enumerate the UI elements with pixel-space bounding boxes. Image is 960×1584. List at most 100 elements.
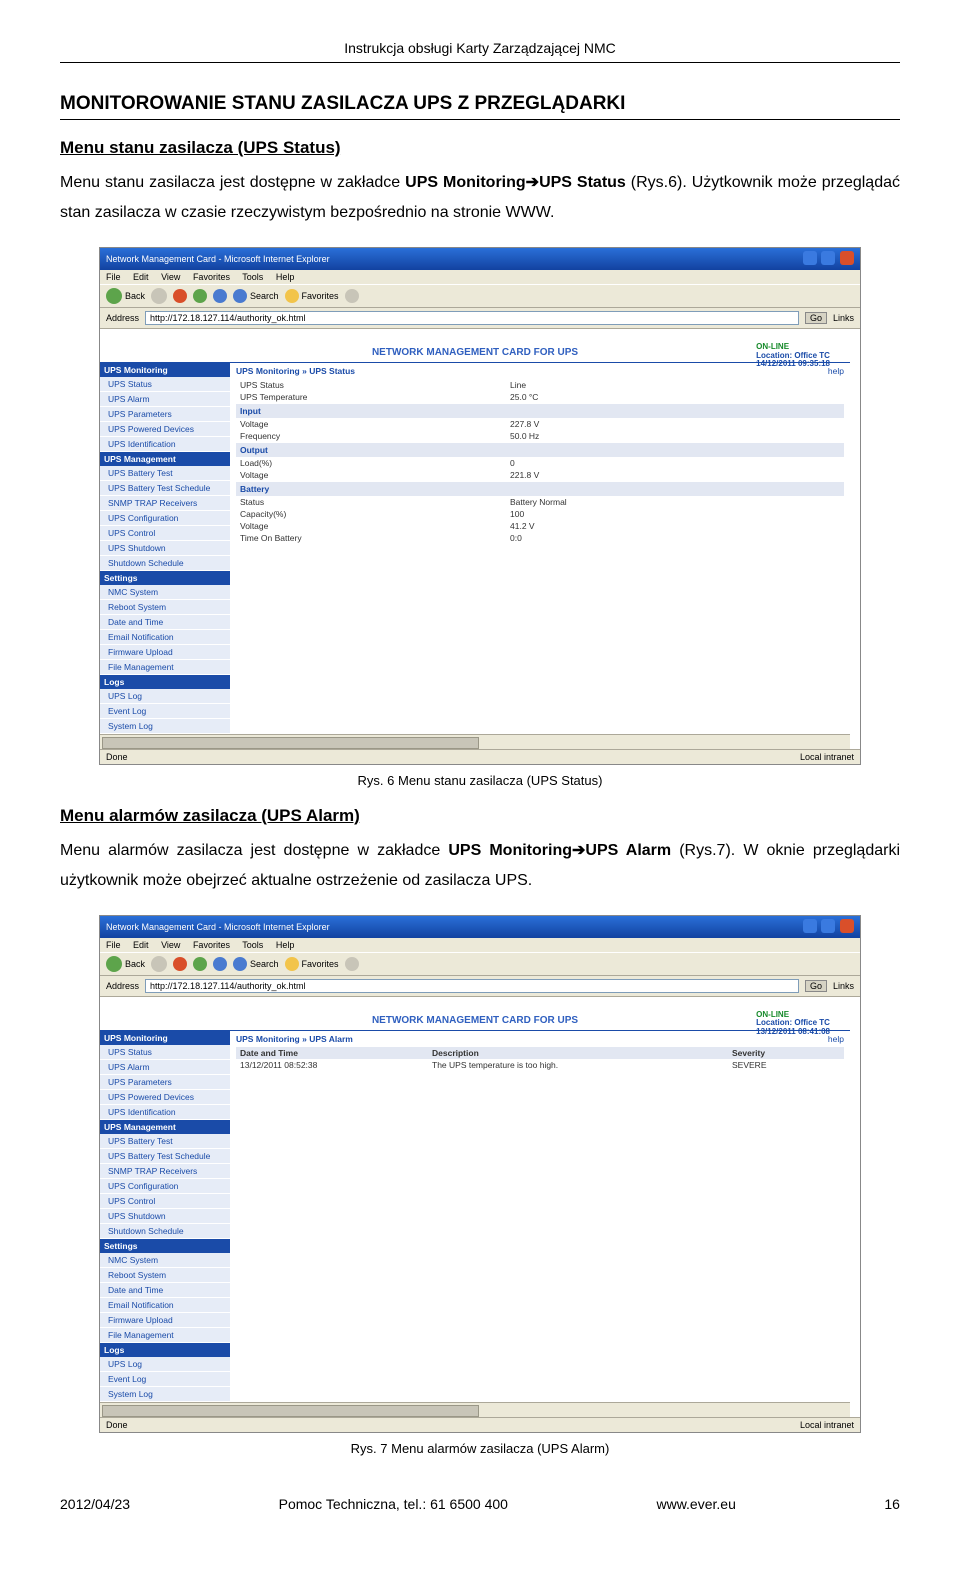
menu-tools[interactable]: Tools bbox=[242, 940, 263, 950]
back-button[interactable]: Back bbox=[106, 956, 145, 972]
sidebar-item[interactable]: UPS Parameters bbox=[100, 407, 230, 422]
close-icon[interactable] bbox=[840, 251, 854, 265]
maximize-icon[interactable] bbox=[821, 251, 835, 265]
refresh-icon[interactable] bbox=[193, 957, 207, 971]
sidebar-item[interactable]: UPS Status bbox=[100, 377, 230, 392]
address-input[interactable]: http://172.18.127.114/authority_ok.html bbox=[145, 311, 799, 325]
menu-file[interactable]: File bbox=[106, 272, 121, 282]
sidebar-item[interactable]: UPS Log bbox=[100, 689, 230, 704]
sidebar-item[interactable]: Date and Time bbox=[100, 1283, 230, 1298]
favorites-button[interactable]: Favorites bbox=[285, 289, 339, 303]
sidebar-group-head: Settings bbox=[100, 1239, 230, 1253]
sidebar-item[interactable]: UPS Status bbox=[100, 1045, 230, 1060]
sidebar-item[interactable]: UPS Battery Test Schedule bbox=[100, 481, 230, 496]
close-icon[interactable] bbox=[840, 919, 854, 933]
data-row: Load(%)0 bbox=[236, 457, 844, 469]
sidebar-item[interactable]: File Management bbox=[100, 660, 230, 675]
sidebar-item[interactable]: Event Log bbox=[100, 704, 230, 719]
sidebar-item[interactable]: UPS Powered Devices bbox=[100, 422, 230, 437]
menu-file[interactable]: File bbox=[106, 940, 121, 950]
menu-favorites[interactable]: Favorites bbox=[193, 272, 230, 282]
forward-icon[interactable] bbox=[151, 288, 167, 304]
status-zone: Local intranet bbox=[800, 1420, 854, 1430]
stop-icon[interactable] bbox=[173, 957, 187, 971]
menu-edit[interactable]: Edit bbox=[133, 272, 149, 282]
minimize-icon[interactable] bbox=[803, 251, 817, 265]
sidebar-item[interactable]: UPS Configuration bbox=[100, 511, 230, 526]
links-label[interactable]: Links bbox=[833, 981, 854, 991]
sidebar-item[interactable]: UPS Identification bbox=[100, 1105, 230, 1120]
sidebar-item[interactable]: File Management bbox=[100, 1328, 230, 1343]
sidebar-item[interactable]: Event Log bbox=[100, 1372, 230, 1387]
search-button[interactable]: Search bbox=[233, 289, 279, 303]
home-icon[interactable] bbox=[213, 957, 227, 971]
sidebar-item[interactable]: UPS Powered Devices bbox=[100, 1090, 230, 1105]
menu-view[interactable]: View bbox=[161, 940, 180, 950]
main-panel-alarm: UPS Monitoring » UPS Alarm help Date and… bbox=[230, 1031, 850, 1402]
sidebar-item[interactable]: Reboot System bbox=[100, 1268, 230, 1283]
sidebar-item[interactable]: UPS Battery Test bbox=[100, 1134, 230, 1149]
sidebar-item[interactable]: SNMP TRAP Receivers bbox=[100, 1164, 230, 1179]
sidebar-item[interactable]: Date and Time bbox=[100, 615, 230, 630]
menu-help[interactable]: Help bbox=[276, 940, 295, 950]
sidebar-item[interactable]: SNMP TRAP Receivers bbox=[100, 496, 230, 511]
sidebar-item[interactable]: UPS Battery Test Schedule bbox=[100, 1149, 230, 1164]
search-button[interactable]: Search bbox=[233, 957, 279, 971]
titlebar: Network Management Card - Microsoft Inte… bbox=[100, 916, 860, 938]
window-buttons bbox=[801, 251, 854, 267]
sidebar-item[interactable]: UPS Configuration bbox=[100, 1179, 230, 1194]
menu-edit[interactable]: Edit bbox=[133, 940, 149, 950]
horiz-scrollbar[interactable] bbox=[100, 734, 850, 749]
back-button[interactable]: Back bbox=[106, 288, 145, 304]
sidebar-item[interactable]: Reboot System bbox=[100, 600, 230, 615]
stop-icon[interactable] bbox=[173, 289, 187, 303]
refresh-icon[interactable] bbox=[193, 289, 207, 303]
sidebar-item[interactable]: System Log bbox=[100, 1387, 230, 1402]
sidebar-item[interactable]: Shutdown Schedule bbox=[100, 556, 230, 571]
statusbar: Done Local intranet bbox=[100, 749, 860, 764]
sidebar-group-head: Logs bbox=[100, 675, 230, 689]
favorites-button[interactable]: Favorites bbox=[285, 957, 339, 971]
history-icon[interactable] bbox=[345, 289, 359, 303]
help-link[interactable]: help bbox=[828, 1034, 844, 1044]
menu-help[interactable]: Help bbox=[276, 272, 295, 282]
menu-favorites[interactable]: Favorites bbox=[193, 940, 230, 950]
sidebar-item[interactable]: Shutdown Schedule bbox=[100, 1224, 230, 1239]
maximize-icon[interactable] bbox=[821, 919, 835, 933]
sidebar-item[interactable]: UPS Shutdown bbox=[100, 1209, 230, 1224]
titlebar: Network Management Card - Microsoft Inte… bbox=[100, 248, 860, 270]
sidebar-item[interactable]: System Log bbox=[100, 719, 230, 734]
sidebar-item[interactable]: UPS Identification bbox=[100, 437, 230, 452]
statusbar: Done Local intranet bbox=[100, 1417, 860, 1432]
address-input[interactable]: http://172.18.127.114/authority_ok.html bbox=[145, 979, 799, 993]
sidebar-item[interactable]: NMC System bbox=[100, 1253, 230, 1268]
go-button[interactable]: Go bbox=[805, 980, 827, 992]
sidebar-item[interactable]: UPS Control bbox=[100, 526, 230, 541]
sidebar-item[interactable]: Firmware Upload bbox=[100, 645, 230, 660]
sidebar-item[interactable]: UPS Alarm bbox=[100, 1060, 230, 1075]
sidebar-item[interactable]: UPS Parameters bbox=[100, 1075, 230, 1090]
links-label[interactable]: Links bbox=[833, 313, 854, 323]
sidebar-item[interactable]: UPS Alarm bbox=[100, 392, 230, 407]
menu-view[interactable]: View bbox=[161, 272, 180, 282]
subhead-status: Menu stanu zasilacza (UPS Status) bbox=[60, 138, 900, 158]
sidebar-item[interactable]: Email Notification bbox=[100, 630, 230, 645]
sidebar-item[interactable]: UPS Shutdown bbox=[100, 541, 230, 556]
horiz-scrollbar[interactable] bbox=[100, 1402, 850, 1417]
sidebar-item[interactable]: Firmware Upload bbox=[100, 1313, 230, 1328]
sidebar-item[interactable]: UPS Log bbox=[100, 1357, 230, 1372]
menu-tools[interactable]: Tools bbox=[242, 272, 263, 282]
minimize-icon[interactable] bbox=[803, 919, 817, 933]
window-buttons bbox=[801, 919, 854, 935]
go-button[interactable]: Go bbox=[805, 312, 827, 324]
sidebar-item[interactable]: NMC System bbox=[100, 585, 230, 600]
forward-icon[interactable] bbox=[151, 956, 167, 972]
home-icon[interactable] bbox=[213, 289, 227, 303]
addressbar: Address http://172.18.127.114/authority_… bbox=[100, 308, 860, 329]
help-link[interactable]: help bbox=[828, 366, 844, 376]
sidebar-item[interactable]: UPS Control bbox=[100, 1194, 230, 1209]
sidebar-item[interactable]: UPS Battery Test bbox=[100, 466, 230, 481]
caption-fig7: Rys. 7 Menu alarmów zasilacza (UPS Alarm… bbox=[60, 1441, 900, 1456]
sidebar-item[interactable]: Email Notification bbox=[100, 1298, 230, 1313]
history-icon[interactable] bbox=[345, 957, 359, 971]
